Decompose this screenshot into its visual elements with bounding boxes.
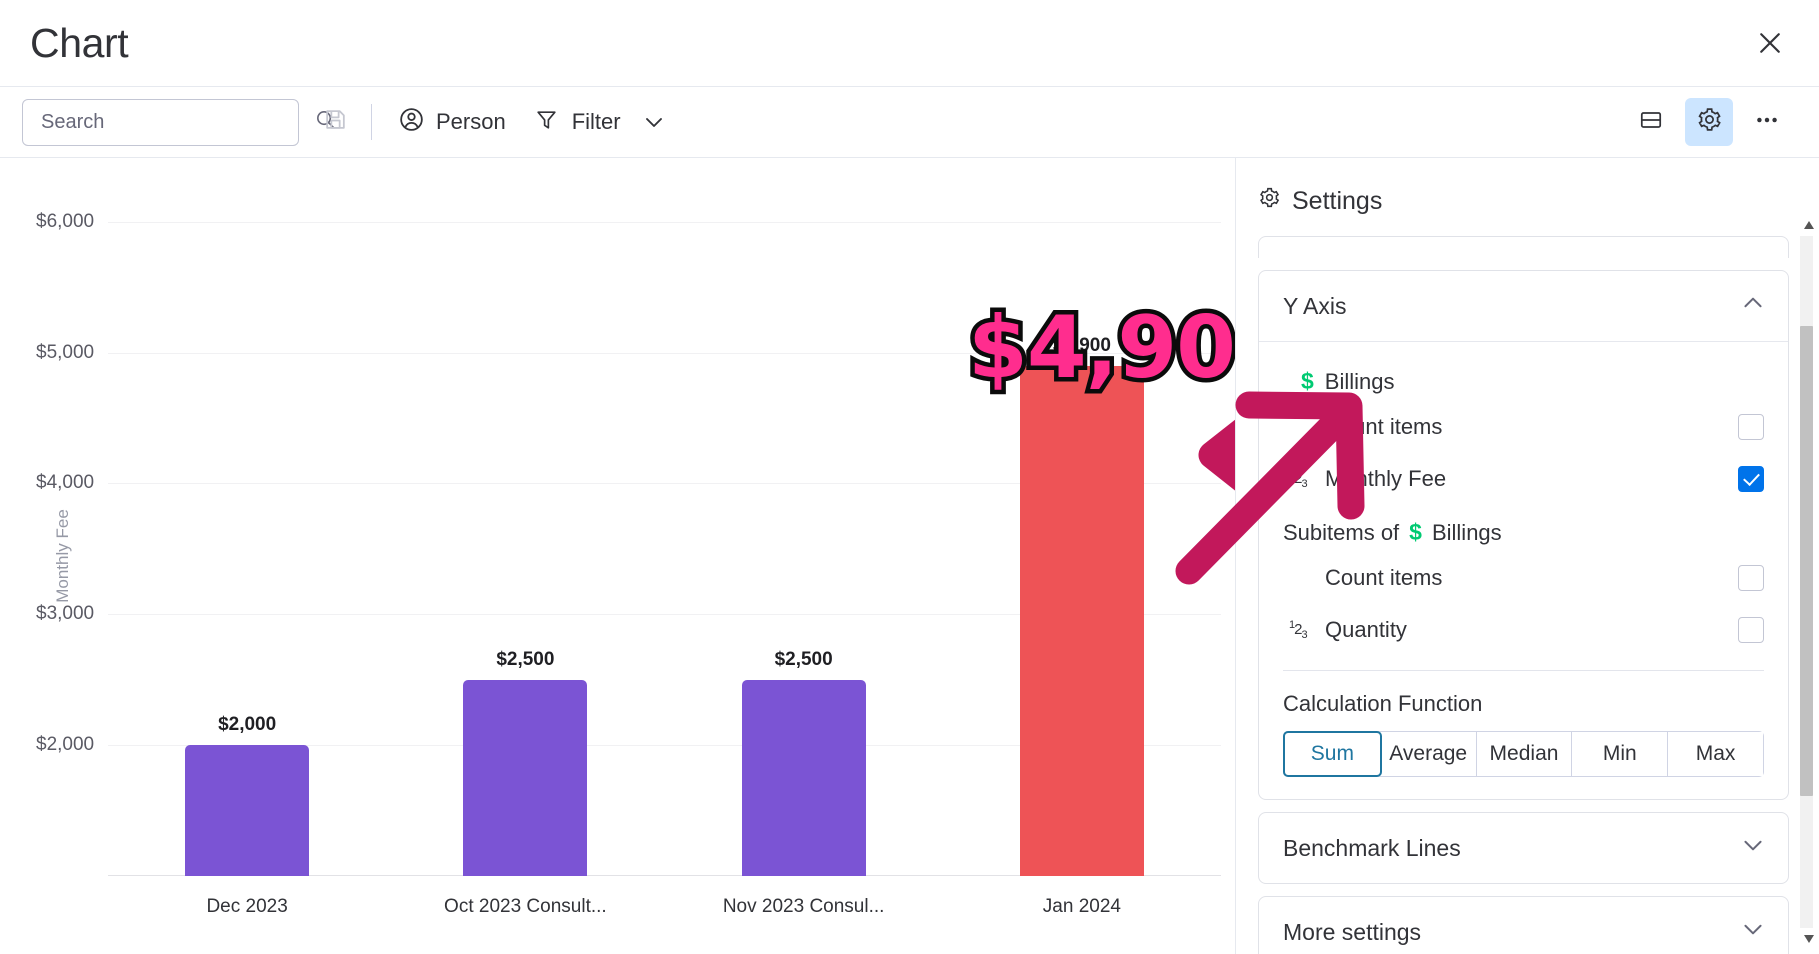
settings-scroll-area[interactable]: Y Axis $ Billings Count items 123 Monthl…: [1236, 236, 1819, 954]
y-axis-tick-label: $3,000: [36, 603, 95, 625]
chart-bar-rect[interactable]: [185, 745, 310, 876]
filter-button[interactable]: Filter: [520, 98, 680, 146]
window-header: Chart: [0, 0, 1819, 86]
y-axis-board-row: $ Billings: [1283, 358, 1764, 401]
close-icon: [1755, 28, 1785, 58]
chart-bar[interactable]: $4,900: [1019, 335, 1144, 876]
gear-icon: [1696, 106, 1723, 138]
settings-title: Settings: [1292, 186, 1383, 215]
calc-option-sum[interactable]: Sum: [1283, 731, 1382, 777]
section-header-y-axis[interactable]: Y Axis: [1259, 271, 1788, 341]
chart-bar-value-label: $2,500: [774, 648, 833, 670]
settings-toggle-button[interactable]: [1685, 98, 1733, 146]
chevron-down-icon[interactable]: [1740, 916, 1766, 948]
chart-bar[interactable]: $2,000: [185, 714, 310, 876]
scrollbar-thumb[interactable]: [1800, 326, 1813, 796]
main-body: Monthly Fee $4,900 $6,000 $5,000 $4,000 $3,…: [0, 158, 1819, 954]
option-label: Count items: [1325, 565, 1443, 590]
chart-bar[interactable]: $2,500: [463, 648, 588, 876]
y-axis-tick-label: $6,000: [36, 210, 95, 232]
chart-bar-rect[interactable]: [741, 679, 866, 876]
calculation-function-button-group: Sum Average Median Min Max: [1283, 731, 1764, 777]
annotation-value-overlay: $4,900: [964, 294, 1235, 403]
option-label: Quantity: [1325, 617, 1407, 642]
toolbar-right-group: [1627, 98, 1791, 146]
dollar-icon: $: [1301, 368, 1314, 394]
chart-bar-value-label: $2,500: [496, 648, 555, 670]
subitems-board-label: Billings: [1431, 519, 1502, 545]
checkbox-quantity[interactable]: [1738, 617, 1764, 643]
subitems-prefix-label: Subitems of: [1283, 519, 1400, 545]
filter-label: Filter: [571, 109, 621, 134]
chart-bar[interactable]: $2,500: [741, 648, 866, 876]
calc-option-median[interactable]: Median: [1476, 732, 1573, 776]
subitems-group-header: Subitems of $ Billings: [1283, 505, 1764, 552]
dollar-icon: $: [1409, 519, 1422, 545]
option-label: Count items: [1325, 414, 1443, 439]
settings-section-above-partial[interactable]: [1258, 236, 1789, 258]
chart-canvas: Monthly Fee $4,900 $6,000$5,000$4,000$3,…: [0, 158, 1235, 954]
x-axis-tick-label: Dec 2023: [206, 896, 288, 917]
calc-option-max[interactable]: Max: [1668, 732, 1763, 776]
calc-option-average[interactable]: Average: [1380, 732, 1477, 776]
person-filter-button[interactable]: Person: [384, 98, 520, 146]
page-title: Chart: [30, 19, 129, 66]
chart-bar-value-label: $2,000: [218, 714, 277, 736]
checkbox-subitems-count-items[interactable]: [1738, 565, 1764, 591]
settings-section-y-axis: Y Axis $ Billings Count items 123 Monthl…: [1258, 270, 1789, 800]
chevron-down-icon[interactable]: [1740, 832, 1766, 864]
section-label-more-settings: More settings: [1283, 918, 1422, 945]
y-axis-option-count-items[interactable]: Count items: [1283, 401, 1764, 453]
chevron-up-icon[interactable]: [1740, 290, 1766, 322]
y-axis-tick-label: $5,000: [36, 341, 95, 363]
checkbox-count-items[interactable]: [1738, 414, 1764, 440]
x-axis-tick-label: Oct 2023 Consult...: [444, 896, 607, 917]
chart-bar-rect[interactable]: [1019, 365, 1144, 876]
subitems-option-quantity[interactable]: 123 Quantity: [1283, 604, 1764, 656]
section-label-y-axis: Y Axis: [1283, 292, 1347, 319]
x-axis-tick-label: Nov 2023 Consul...: [722, 896, 885, 917]
search-input[interactable]: [22, 98, 335, 146]
search-field[interactable]: [41, 110, 306, 134]
save-icon: [323, 107, 348, 137]
person-label: Person: [436, 109, 506, 134]
x-axis-tick-label: Jan 2024: [1042, 896, 1121, 917]
settings-panel: Settings Y Axis $ Billings Count items 1…: [1175, 158, 1819, 954]
ellipsis-icon: [1753, 106, 1781, 139]
toolbar: Person Filter: [0, 86, 1819, 158]
gridline: [108, 221, 1221, 223]
numeric-icon: 123: [1289, 468, 1308, 490]
chart-bar-rect[interactable]: [463, 679, 588, 876]
section-header-benchmark-lines[interactable]: Benchmark Lines: [1259, 813, 1788, 883]
subitems-option-count-items[interactable]: Count items: [1283, 552, 1764, 604]
section-header-more-settings[interactable]: More settings: [1259, 897, 1788, 954]
save-button[interactable]: [311, 98, 359, 146]
y-axis-tick-label: $4,000: [36, 472, 95, 494]
toolbar-divider: [371, 104, 372, 140]
y-axis-tick-label: $2,000: [36, 734, 95, 756]
person-icon: [398, 106, 425, 139]
gear-icon: [1258, 186, 1281, 216]
settings-section-more-settings: More settings: [1258, 896, 1789, 954]
scroll-up-arrow-icon[interactable]: [1800, 216, 1818, 234]
option-label: Monthly Fee: [1325, 466, 1447, 491]
checkbox-monthly-fee[interactable]: [1738, 466, 1764, 492]
split-view-button[interactable]: [1627, 98, 1675, 146]
section-label-benchmark-lines: Benchmark Lines: [1283, 834, 1461, 861]
settings-header: Settings: [1236, 158, 1819, 236]
calculation-function-label: Calculation Function: [1283, 691, 1483, 716]
close-button[interactable]: [1749, 22, 1791, 64]
y-axis-section-body: $ Billings Count items 123 Monthly Fee S…: [1259, 342, 1788, 799]
more-options-button[interactable]: [1743, 98, 1791, 146]
split-view-icon: [1638, 107, 1664, 138]
settings-section-benchmark-lines: Benchmark Lines: [1258, 812, 1789, 884]
chevron-down-icon[interactable]: [642, 110, 666, 134]
y-axis-option-monthly-fee[interactable]: 123 Monthly Fee: [1283, 453, 1764, 505]
y-axis-board-label: Billings: [1324, 368, 1395, 394]
settings-scrollbar[interactable]: [1797, 216, 1815, 948]
calc-option-min[interactable]: Min: [1572, 732, 1669, 776]
filter-icon: [534, 107, 559, 138]
scroll-down-arrow-icon[interactable]: [1800, 930, 1818, 948]
numeric-icon: 123: [1289, 619, 1308, 641]
